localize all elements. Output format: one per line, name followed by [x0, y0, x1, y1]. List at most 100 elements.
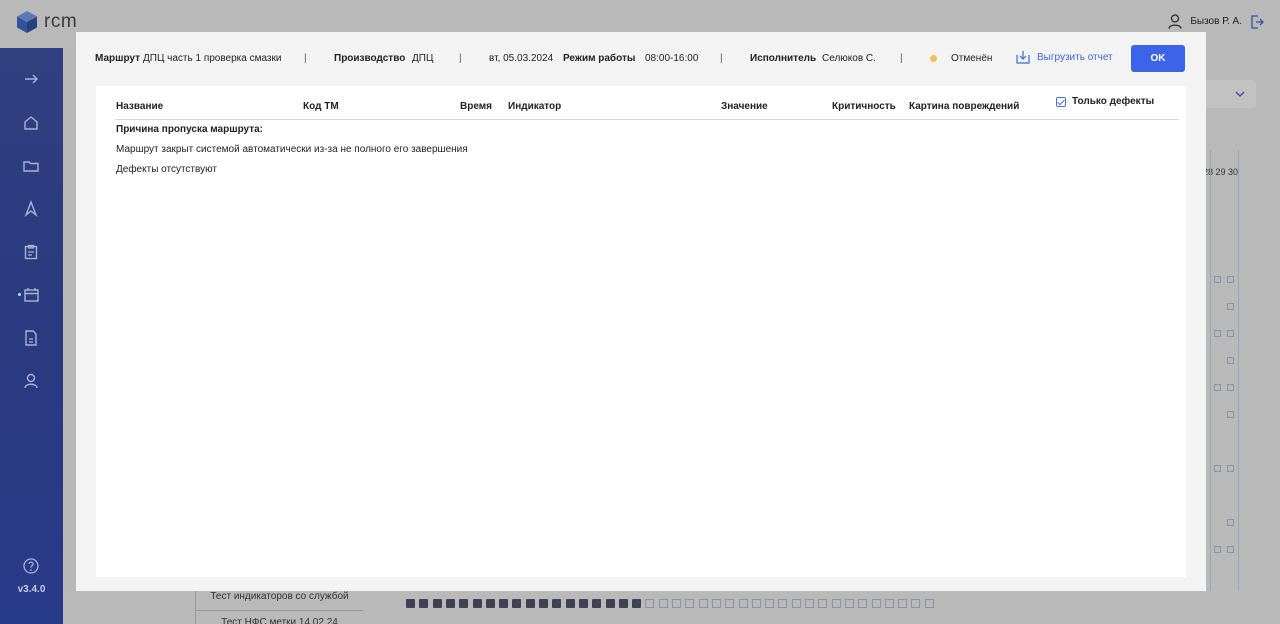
- background-route-square: [499, 599, 509, 608]
- background-route-square: [472, 599, 482, 608]
- background-route-square: [685, 599, 695, 608]
- background-cell: [1227, 465, 1234, 472]
- background-route-square: [658, 599, 668, 608]
- only-defects-checkbox[interactable]: Только дефекты: [1056, 96, 1154, 107]
- app-version: v3.4.0: [17, 584, 46, 595]
- home-icon[interactable]: [22, 114, 40, 132]
- document-icon[interactable]: [22, 329, 40, 347]
- table-header-divider: [115, 119, 1179, 120]
- only-defects-label: Только дефекты: [1072, 96, 1155, 107]
- background-cell: [1214, 546, 1221, 553]
- export-report-button[interactable]: Выгрузить отчет: [1016, 50, 1113, 64]
- background-route-square: [672, 599, 681, 608]
- route-report-modal: Маршрут ДПЦ часть 1 проверка смазки | Пр…: [76, 32, 1206, 591]
- column-header-criticality: Критичность: [832, 101, 896, 112]
- background-cell: [1227, 384, 1234, 391]
- background-route-square: [738, 599, 748, 608]
- background-cell: [1214, 465, 1221, 472]
- background-route-square: [818, 599, 828, 608]
- background-grid-line: [1238, 150, 1239, 624]
- background-route-square: [578, 599, 588, 608]
- executor-label: Исполнитель: [750, 53, 817, 64]
- background-route-square: [432, 599, 442, 608]
- header-separator: |: [459, 53, 462, 64]
- column-header-name: Название: [116, 101, 164, 112]
- executor-value: Селюков С.: [822, 53, 876, 64]
- background-cell: [1214, 384, 1221, 391]
- logo-text: rcm: [44, 11, 78, 32]
- background-cell: [1214, 330, 1221, 337]
- header-separator: |: [304, 53, 307, 64]
- calendar-icon[interactable]: [22, 286, 40, 304]
- column-header-damage-picture: Картина повреждений: [909, 101, 1020, 112]
- user-name: Бызов Р. А.: [1190, 16, 1242, 27]
- status-indicator-dot: [930, 55, 937, 62]
- background-route-square: [911, 599, 921, 608]
- background-cell: [1214, 276, 1221, 283]
- background-route-square: [632, 599, 642, 608]
- production-label: Производство: [334, 53, 406, 64]
- background-route-square: [605, 599, 615, 608]
- background-route-square: [778, 599, 788, 608]
- background-route-square: [445, 599, 455, 608]
- background-row-label: Тест НФС метки 14.02.24: [195, 610, 363, 624]
- cube-logo-icon: [17, 11, 37, 33]
- route-value: ДПЦ часть 1 проверка смазки: [143, 53, 282, 64]
- production-value: ДПЦ: [412, 53, 434, 64]
- route-icon[interactable]: [22, 200, 40, 218]
- skip-reason-text: Маршрут закрыт системой автоматически из…: [116, 144, 468, 155]
- help-icon[interactable]: [22, 557, 40, 575]
- calendar-indicator-dot: [18, 293, 21, 296]
- skip-reason-title: Причина пропуска маршрута:: [116, 124, 264, 135]
- sidebar: [0, 48, 63, 624]
- clipboard-icon[interactable]: [22, 243, 40, 261]
- status-badge: Отменён: [951, 53, 993, 64]
- background-route-square: [406, 599, 415, 608]
- checkbox-checked-icon[interactable]: [1056, 96, 1066, 107]
- download-icon: [1016, 51, 1030, 64]
- background-route-square: [898, 599, 908, 608]
- background-route-square: [525, 599, 535, 608]
- arrow-right-icon[interactable]: [22, 70, 40, 88]
- report-content: Название Код ТМ Время Индикатор Значение…: [96, 86, 1186, 577]
- background-route-square: [645, 599, 655, 608]
- no-defects-message: Дефекты отсутствуют: [116, 164, 217, 175]
- folder-icon[interactable]: [22, 157, 40, 175]
- background-route-square: [725, 599, 735, 608]
- ok-button[interactable]: OK: [1131, 45, 1185, 72]
- user-icon[interactable]: [22, 372, 40, 390]
- background-route-square: [539, 599, 548, 608]
- background-route-square: [871, 599, 881, 608]
- user-menu[interactable]: Бызов Р. А.: [1168, 14, 1264, 29]
- user-icon: [1168, 14, 1182, 29]
- background-route-square: [884, 599, 894, 608]
- background-cell: [1227, 276, 1234, 283]
- background-route-square: [751, 599, 761, 608]
- background-route-square: [618, 599, 628, 608]
- work-mode-label: Режим работы: [563, 53, 636, 64]
- chevron-down-icon: [1235, 91, 1245, 98]
- background-route-square: [858, 599, 868, 608]
- background-route-square: [698, 599, 708, 608]
- background-route-square: [485, 599, 495, 608]
- background-cell: [1227, 546, 1234, 553]
- column-header-value: Значение: [721, 101, 768, 112]
- background-route-square: [565, 599, 575, 608]
- background-cell: [1227, 330, 1234, 337]
- route-label: Маршрут: [95, 53, 141, 64]
- background-cell: [1227, 303, 1234, 310]
- route-date: вт, 05.03.2024: [489, 53, 554, 64]
- background-route-square: [765, 599, 775, 608]
- header-separator: |: [720, 53, 723, 64]
- background-route-square: [512, 599, 522, 608]
- column-header-time: Время: [460, 101, 492, 112]
- background-route-square: [805, 599, 814, 608]
- column-header-indicator: Индикатор: [508, 101, 562, 112]
- logout-icon[interactable]: [1250, 14, 1264, 29]
- header-separator: |: [900, 53, 903, 64]
- background-route-square: [552, 599, 562, 608]
- app-logo[interactable]: rcm: [16, 10, 77, 34]
- background-route-square: [831, 599, 841, 608]
- background-cell: [1227, 519, 1234, 526]
- modal-header: Маршрут ДПЦ часть 1 проверка смазки | Пр…: [76, 32, 1206, 84]
